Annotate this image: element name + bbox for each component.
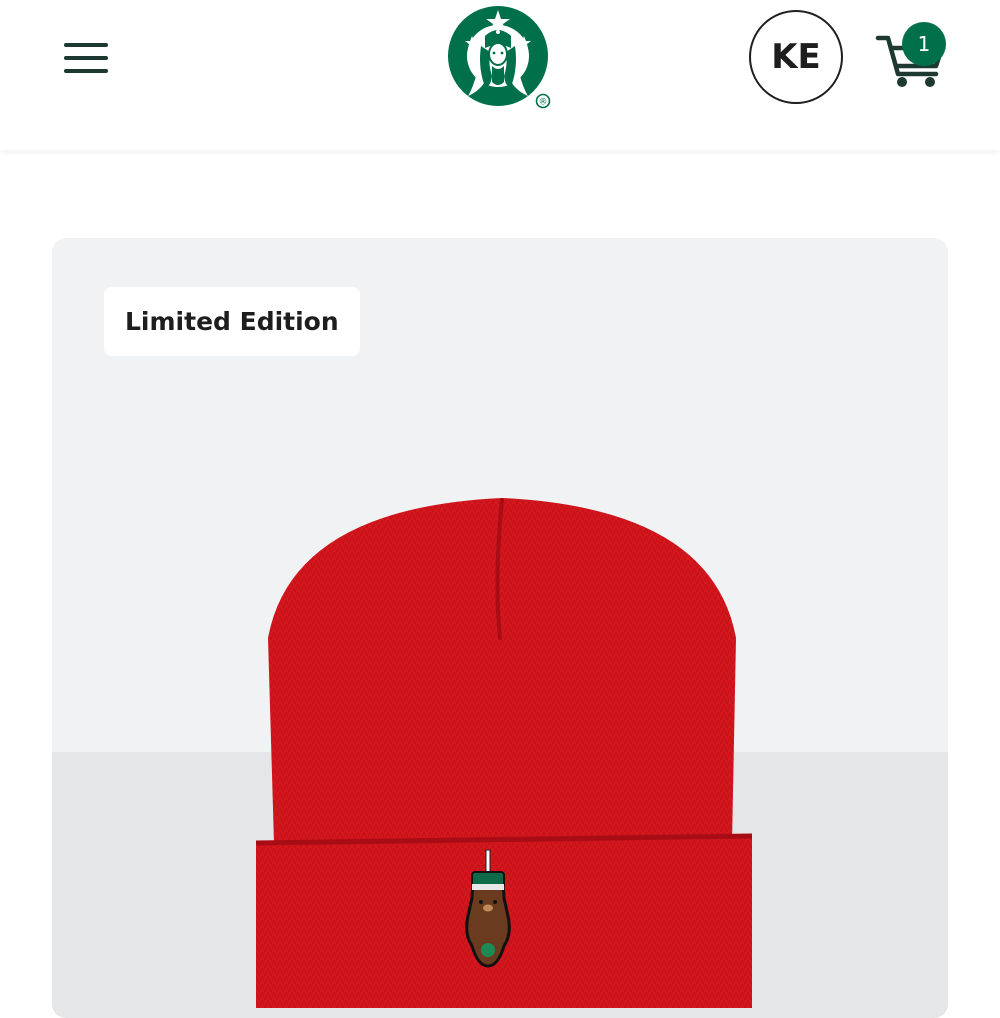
beanie-product-image[interactable] bbox=[232, 488, 772, 1008]
account-avatar[interactable]: KE bbox=[749, 10, 843, 104]
starbucks-logo[interactable]: ® bbox=[448, 6, 558, 114]
cart-count-badge: 1 bbox=[902, 22, 946, 66]
hamburger-menu-icon[interactable] bbox=[62, 40, 110, 76]
limited-edition-badge: Limited Edition bbox=[104, 287, 360, 356]
site-header: ® KE 1 bbox=[0, 0, 1000, 150]
product-card[interactable]: Limited Edition bbox=[52, 238, 948, 1018]
registered-mark: ® bbox=[539, 98, 548, 108]
